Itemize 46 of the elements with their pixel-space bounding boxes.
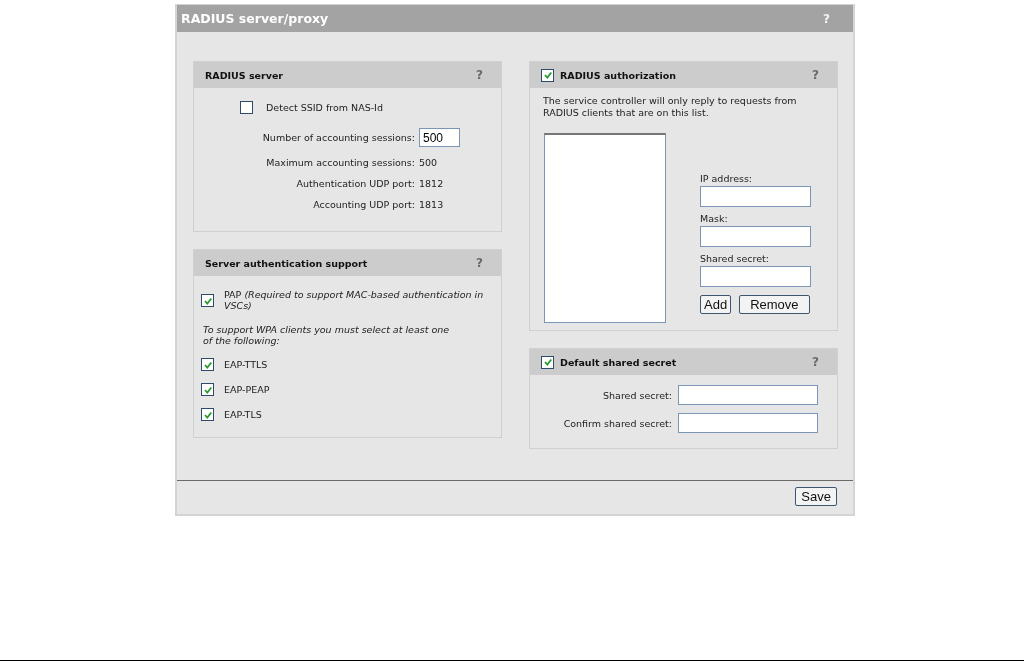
field-label: Maximum accounting sessions: — [266, 157, 415, 168]
checkbox-label: PAP (Required to support MAC-based authentication in VSCs) — [224, 289, 485, 311]
save-button[interactable]: Save — [795, 487, 837, 506]
number-field[interactable]: 500 — [419, 128, 460, 147]
checkbox[interactable] — [201, 408, 214, 421]
description-text: The service controller will only reply to requests from RADIUS clients that are on this list. — [542, 94, 798, 119]
page-title: RADIUS server/proxy — [181, 11, 329, 26]
checkbox[interactable] — [541, 355, 554, 369]
section-title: Server authentication support — [205, 257, 369, 269]
field-value: 1812 — [419, 178, 444, 189]
text-field[interactable] — [700, 266, 811, 287]
checkbox-label: Detect SSID from NAS-Id — [266, 102, 383, 113]
field-label: Confirm shared secret: — [563, 417, 672, 429]
checkbox[interactable] — [541, 68, 554, 82]
field-label: Mask: — [700, 213, 729, 224]
help-link[interactable]: ? — [812, 68, 819, 82]
help-link[interactable]: ? — [476, 256, 483, 270]
checkbox[interactable] — [201, 294, 214, 307]
checkbox[interactable] — [201, 358, 214, 371]
action-button[interactable]: Add — [700, 295, 732, 314]
section-title: RADIUS authorization — [560, 69, 677, 81]
field-label: Number of accounting sessions: — [262, 132, 415, 143]
checkbox[interactable] — [201, 383, 214, 396]
instruction-text: To support WPA clients you must select at least one of the following: — [202, 323, 451, 348]
text-field[interactable] — [700, 226, 811, 247]
checkbox-label: EAP-TTLS — [224, 359, 268, 370]
field-label: Authentication UDP port: — [296, 178, 415, 189]
help-link[interactable]: ? — [476, 68, 483, 82]
help-link[interactable]: ? — [812, 355, 819, 369]
action-button[interactable]: Remove — [739, 295, 810, 314]
section-title: Default shared secret — [560, 356, 678, 368]
field-label: IP address: — [700, 173, 754, 184]
field-label: Shared secret: — [700, 253, 770, 264]
password-field[interactable] — [678, 413, 818, 433]
help-link[interactable]: ? — [823, 11, 830, 26]
client-list[interactable] — [544, 133, 666, 323]
section-title: RADIUS server — [205, 69, 285, 81]
checkbox-label: EAP-PEAP — [224, 384, 270, 395]
password-field[interactable] — [678, 385, 818, 405]
checkbox[interactable] — [240, 101, 253, 114]
field-label: Shared secret: — [603, 389, 672, 401]
field-value: 500 — [419, 157, 438, 168]
field-value: 1813 — [419, 199, 444, 210]
field-label: Accounting UDP port: — [313, 199, 415, 210]
text-field[interactable] — [700, 186, 811, 207]
checkbox-label: EAP-TLS — [224, 409, 262, 420]
